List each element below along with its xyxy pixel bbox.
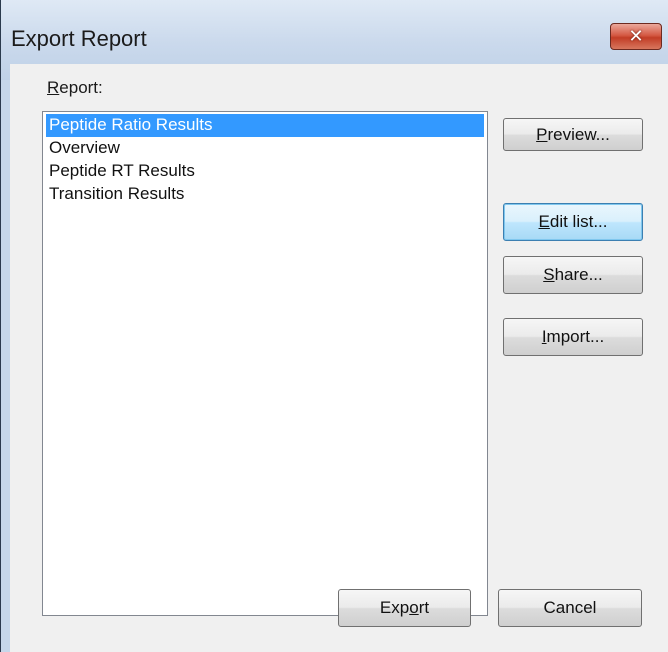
import-button[interactable]: Import...	[503, 318, 643, 356]
list-item-overview[interactable]: Overview	[46, 137, 484, 160]
window-title: Export Report	[11, 26, 147, 51]
export-button[interactable]: Exp o rt	[338, 589, 471, 627]
report-list[interactable]: Peptide Ratio Results Overview Peptide R…	[42, 111, 488, 616]
list-item-transition-results[interactable]: Transition Results	[46, 183, 484, 206]
preview-button-label: review...	[547, 124, 610, 144]
report-label-text: eport:	[59, 78, 103, 97]
close-icon: ✕	[628, 26, 644, 47]
edit-list-button-accel: E	[538, 212, 550, 231]
edit-list-button-label: dit list...	[549, 212, 608, 231]
dialog-content: Report: Peptide Ratio Results Overview P…	[10, 64, 668, 652]
report-label: Report:	[47, 78, 103, 98]
import-button-label: mport...	[546, 327, 605, 346]
cancel-button-label: Cancel	[543, 598, 597, 617]
preview-button-accel: P	[536, 124, 548, 144]
close-button[interactable]: ✕	[610, 23, 662, 50]
list-item-peptide-ratio-results[interactable]: Peptide Ratio Results	[46, 114, 484, 137]
export-button-label-start: Exp	[379, 598, 410, 617]
share-button-label: hare...	[554, 265, 603, 284]
export-button-accel: o	[409, 598, 419, 617]
preview-button[interactable]: Preview...	[503, 118, 643, 151]
export-button-label-end: rt	[418, 598, 430, 617]
export-report-dialog: Export Report ✕ Report: Peptide Ratio Re…	[0, 0, 668, 652]
share-button[interactable]: Share...	[503, 256, 643, 294]
share-button-accel: S	[543, 265, 555, 284]
list-item-peptide-rt-results[interactable]: Peptide RT Results	[46, 160, 484, 183]
cancel-button[interactable]: Cancel	[498, 589, 642, 627]
report-label-accel: R	[47, 78, 60, 97]
edit-list-button[interactable]: Edit list...	[503, 203, 643, 241]
